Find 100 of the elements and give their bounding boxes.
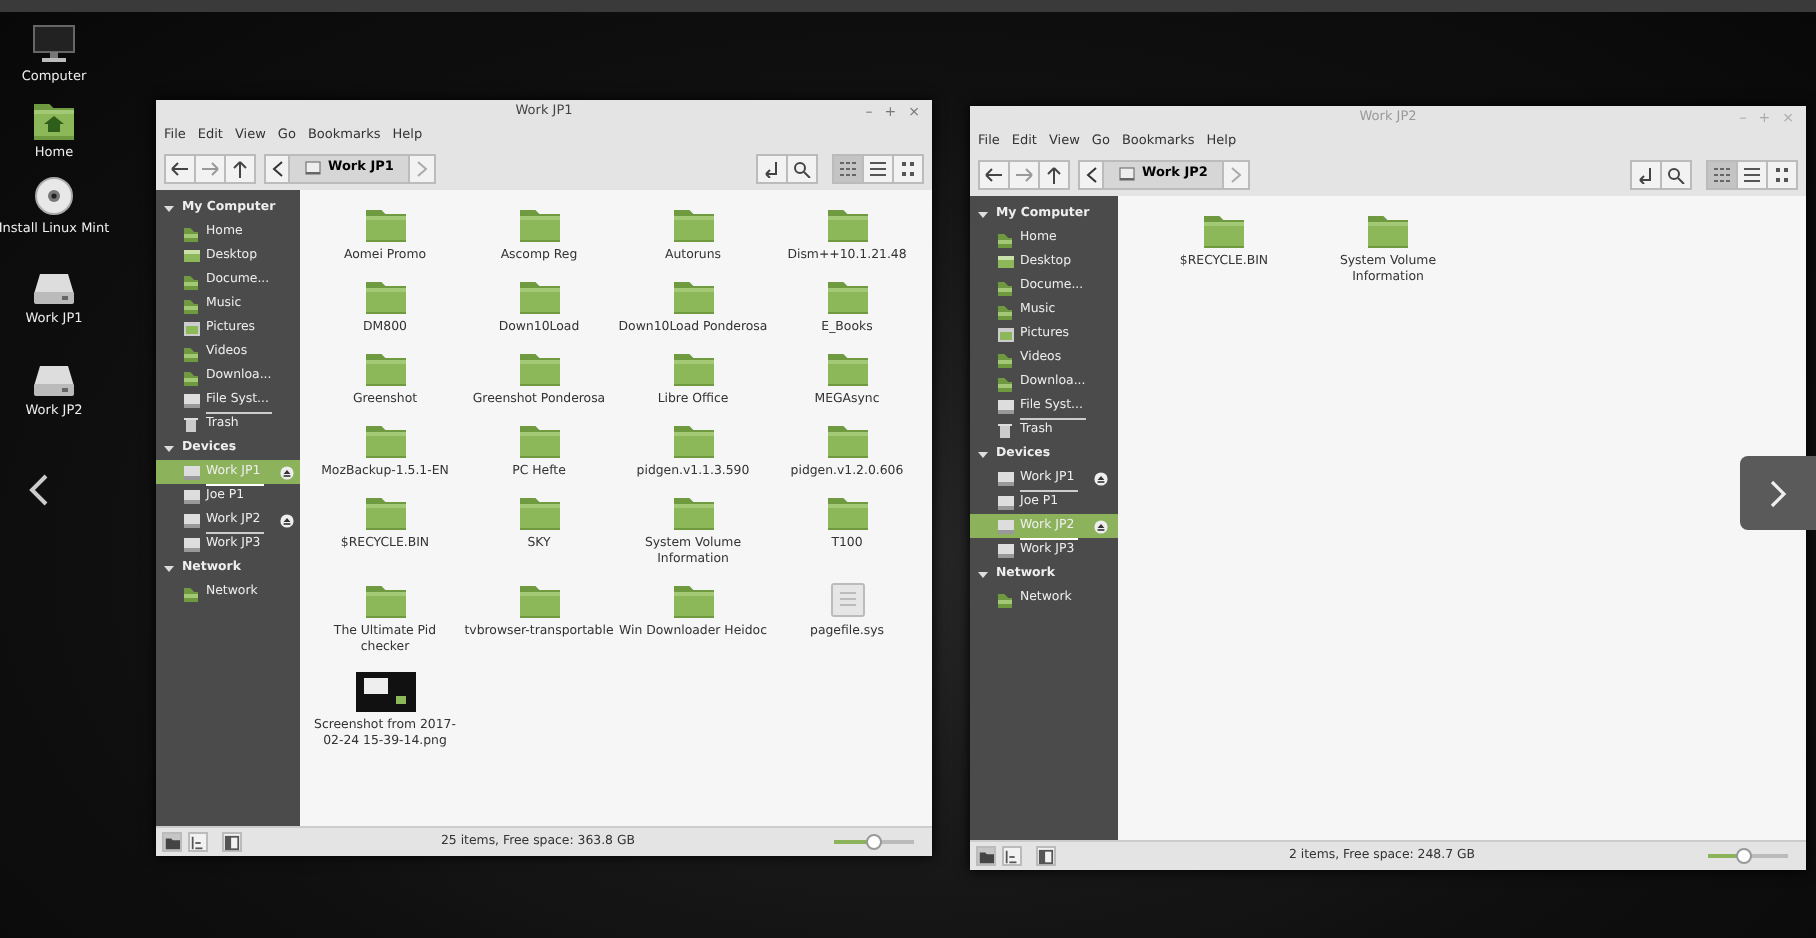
view-button[interactable] — [864, 153, 894, 183]
status-button[interactable] — [1002, 846, 1022, 866]
documents-folder-icon — [996, 277, 1014, 295]
folder-icon — [671, 582, 715, 619]
drive-icon — [996, 469, 1014, 487]
status-button[interactable] — [222, 832, 242, 852]
folder-icon — [363, 582, 407, 619]
return-arrow-icon[interactable] — [762, 159, 782, 177]
status-button[interactable] — [188, 832, 208, 852]
eject-icon[interactable] — [1094, 519, 1109, 533]
up-arrow-icon[interactable] — [1044, 165, 1064, 183]
drive-icon — [32, 362, 76, 398]
folder-icon — [517, 206, 561, 242]
status-button[interactable] — [976, 846, 996, 866]
view-button[interactable] — [1706, 159, 1738, 189]
folder-icon — [825, 206, 869, 242]
folder-icon — [671, 422, 715, 459]
right-arrow-icon[interactable] — [1014, 165, 1034, 183]
location-button[interactable] — [756, 153, 788, 183]
trash-icon — [182, 415, 200, 433]
folder-icon — [825, 422, 869, 459]
pictures-folder-icon — [182, 319, 200, 337]
location-toggle-button[interactable] — [264, 153, 290, 183]
drive-icon — [32, 270, 76, 307]
up-arrow-icon[interactable] — [230, 159, 250, 177]
up-button[interactable] — [226, 153, 256, 183]
tree-icon — [1004, 847, 1020, 865]
eject-icon[interactable] — [280, 465, 295, 479]
drive-icon — [182, 487, 200, 505]
left-arrow-icon[interactable] — [984, 165, 1004, 183]
folder-icon — [825, 350, 869, 387]
icon-view-icon — [1712, 165, 1732, 183]
compact-view-icon — [898, 159, 918, 177]
slider-thumb[interactable] — [1736, 848, 1752, 864]
file-icon — [829, 582, 865, 619]
chevron-left-icon[interactable] — [271, 159, 283, 177]
drive-icon — [996, 397, 1014, 415]
back-button[interactable] — [978, 159, 1010, 189]
view-button[interactable] — [1738, 159, 1768, 189]
collapse-arrow-icon[interactable] — [164, 563, 174, 573]
music-folder-icon — [182, 295, 200, 313]
folder-icon — [671, 494, 715, 531]
folder-icon — [363, 494, 407, 531]
collapse-arrow-icon[interactable] — [978, 569, 988, 579]
view-button[interactable] — [1768, 159, 1798, 189]
chevron-left-icon[interactable] — [1085, 165, 1097, 183]
folder-icon — [978, 847, 994, 865]
back-button[interactable] — [164, 153, 196, 183]
downloads-folder-icon — [182, 367, 200, 385]
next-button[interactable] — [1740, 456, 1816, 530]
return-arrow-icon[interactable] — [1636, 165, 1656, 183]
network-icon — [996, 589, 1014, 607]
home-folder-icon — [996, 229, 1014, 247]
folder-icon — [1202, 212, 1246, 248]
home-folder-icon — [32, 99, 76, 140]
drive-icon — [182, 535, 200, 553]
downloads-folder-icon — [996, 373, 1014, 391]
drive-icon — [182, 511, 200, 529]
folder-icon — [363, 206, 407, 242]
folder-icon — [517, 278, 561, 315]
folder-icon — [671, 350, 715, 387]
right-arrow-icon[interactable] — [200, 159, 220, 177]
search-icon[interactable] — [792, 159, 812, 177]
network-icon — [182, 583, 200, 601]
image-thumbnail-icon — [355, 671, 415, 711]
eject-icon[interactable] — [280, 513, 295, 527]
collapse-arrow-icon[interactable] — [164, 203, 174, 213]
list-view-icon — [1742, 165, 1762, 183]
collapse-arrow-icon[interactable] — [164, 443, 174, 453]
drive-icon — [996, 541, 1014, 559]
folder-icon — [517, 494, 561, 531]
location-toggle-button[interactable] — [1078, 159, 1104, 189]
desktop-icon — [996, 253, 1014, 271]
search-icon[interactable] — [1666, 165, 1686, 183]
folder-icon — [363, 278, 407, 315]
status-button[interactable] — [1036, 846, 1056, 866]
folder-icon — [517, 422, 561, 459]
eject-icon[interactable] — [1094, 471, 1109, 485]
drive-icon — [1118, 166, 1136, 182]
view-button[interactable] — [894, 153, 924, 183]
slider-thumb[interactable] — [866, 834, 882, 850]
search-button[interactable] — [788, 153, 818, 183]
folder-icon — [363, 350, 407, 387]
location-button[interactable] — [1630, 159, 1662, 189]
left-arrow-icon[interactable] — [170, 159, 190, 177]
drive-icon — [996, 517, 1014, 535]
collapse-arrow-icon[interactable] — [978, 209, 988, 219]
drive-icon — [304, 160, 322, 176]
trash-icon — [996, 421, 1014, 439]
collapse-arrow-icon[interactable] — [978, 449, 988, 459]
search-button[interactable] — [1662, 159, 1692, 189]
up-button[interactable] — [1040, 159, 1070, 189]
folder-icon — [517, 582, 561, 619]
videos-folder-icon — [182, 343, 200, 361]
status-button[interactable] — [162, 832, 182, 852]
videos-folder-icon — [996, 349, 1014, 367]
view-button[interactable] — [832, 153, 864, 183]
icon-view-icon — [838, 159, 858, 177]
list-view-icon — [868, 159, 888, 177]
drive-icon — [182, 391, 200, 409]
